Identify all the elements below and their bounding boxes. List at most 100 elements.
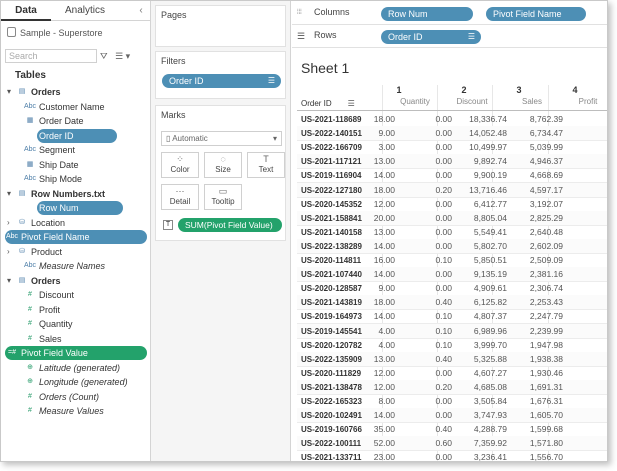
discount-cell[interactable]: 0.00 — [398, 450, 452, 461]
field-ship-date[interactable]: ▦ Ship Date — [1, 158, 151, 172]
quantity-cell[interactable]: 4.00 — [341, 324, 395, 339]
sales-cell[interactable]: 4,909.61 — [453, 281, 507, 296]
quantity-cell[interactable]: 8.00 — [341, 394, 395, 409]
color-button[interactable]: ⁘ Color — [161, 152, 199, 178]
discount-cell[interactable]: 0.40 — [398, 295, 452, 310]
sales-cell[interactable]: 6,989.96 — [453, 324, 507, 339]
expand-down-icon[interactable]: ▾ — [7, 274, 15, 288]
size-button[interactable]: ◌ Size — [204, 152, 242, 178]
search-input[interactable]: Search — [5, 49, 97, 63]
table-row[interactable]: US-2021-117121 13.00 0.00 9,892.74 4,946.37 — [297, 154, 607, 170]
discount-cell[interactable]: 0.20 — [398, 380, 452, 395]
table-row-numbers-txt[interactable]: ▾ ▤ Row Numbers.txt — [1, 187, 151, 201]
sales-cell[interactable]: 4,685.08 — [453, 380, 507, 395]
discount-cell[interactable]: 0.00 — [398, 394, 452, 409]
discount-cell[interactable]: 0.10 — [398, 338, 452, 353]
profit-cell[interactable]: 1,938.38 — [509, 352, 563, 367]
filter-icon[interactable]: ⛛ — [100, 51, 108, 61]
field-order-date[interactable]: ▦ Order Date — [1, 114, 151, 128]
field-measure-values[interactable]: # Measure Values — [1, 404, 151, 418]
discount-cell[interactable]: 0.00 — [398, 197, 452, 212]
discount-cell[interactable]: 0.00 — [398, 366, 452, 381]
table-row[interactable]: US-2022-138289 14.00 0.00 5,802.70 2,602.09 — [297, 238, 607, 254]
sales-cell[interactable]: 18,336.74 — [453, 112, 507, 127]
sales-cell[interactable]: 14,052.48 — [453, 126, 507, 141]
quantity-cell[interactable]: 9.00 — [341, 126, 395, 141]
field-longitude-generated[interactable]: ⊕ Longitude (generated) — [1, 375, 151, 389]
quantity-cell[interactable]: 9.00 — [341, 281, 395, 296]
profit-cell[interactable]: 2,602.09 — [509, 239, 563, 254]
table-row[interactable]: US-2021-118689 18.00 0.00 18,336.74 8,762.39 — [297, 112, 607, 127]
sales-cell[interactable]: 3,999.70 — [453, 338, 507, 353]
profit-cell[interactable]: 2,381.16 — [509, 267, 563, 282]
quantity-cell[interactable]: 18.00 — [341, 183, 395, 198]
field-segment[interactable]: Abc Segment — [1, 143, 151, 157]
discount-cell[interactable]: 0.10 — [398, 324, 452, 339]
sales-cell[interactable]: 4,607.27 — [453, 366, 507, 381]
discount-cell[interactable]: 0.40 — [398, 352, 452, 367]
profit-cell[interactable]: 4,597.17 — [509, 183, 563, 198]
sales-cell[interactable]: 3,505.84 — [453, 394, 507, 409]
profit-cell[interactable]: 1,676.31 — [509, 394, 563, 409]
table-row[interactable]: US-2019-145541 4.00 0.10 6,989.96 2,239.99 — [297, 323, 607, 339]
expand-right-icon[interactable]: › — [7, 216, 15, 230]
text-pill[interactable]: SUM(Pivot Field Value) — [178, 218, 282, 232]
table-row[interactable]: US-2021-143819 18.00 0.40 6,125.82 2,253.43 — [297, 295, 607, 311]
field-measure-names[interactable]: Abc Measure Names — [1, 259, 151, 273]
profit-cell[interactable]: 1,571.80 — [509, 436, 563, 451]
quantity-cell[interactable]: 13.00 — [341, 154, 395, 169]
profit-cell[interactable]: 2,239.99 — [509, 324, 563, 339]
quantity-cell[interactable]: 14.00 — [341, 239, 395, 254]
columns-shelf[interactable]: ⦙⦙⦙ Columns Row Num Pivot Field Name — [292, 3, 607, 25]
rows-pill-order-id[interactable]: Order ID ☰ — [381, 30, 481, 44]
profit-cell[interactable]: 2,306.74 — [509, 281, 563, 296]
field-latitude-generated[interactable]: ⊕ Latitude (generated) — [1, 361, 151, 375]
table-row[interactable]: US-2022-135909 13.00 0.40 5,325.88 1,938.38 — [297, 351, 607, 367]
discount-cell[interactable]: 0.00 — [398, 168, 452, 183]
table-row[interactable]: US-2020-102491 14.00 0.00 3,747.93 1,605.70 — [297, 408, 607, 424]
field-pivot-field-name[interactable]: Abc Pivot Field Name — [1, 230, 151, 244]
quantity-cell[interactable]: 14.00 — [341, 168, 395, 183]
quantity-cell[interactable]: 18.00 — [341, 295, 395, 310]
sheet-title[interactable]: Sheet 1 — [301, 60, 349, 76]
sales-cell[interactable]: 10,499.97 — [453, 140, 507, 155]
sales-cell[interactable]: 5,325.88 — [453, 352, 507, 367]
quantity-cell[interactable]: 13.00 — [341, 225, 395, 240]
sales-cell[interactable]: 9,892.74 — [453, 154, 507, 169]
tab-analytics[interactable]: Analytics — [53, 1, 117, 21]
expand-down-icon[interactable]: ▾ — [7, 187, 15, 201]
table-row[interactable]: US-2022-127180 18.00 0.20 13,716.46 4,597.17 — [297, 182, 607, 198]
quantity-cell[interactable]: 14.00 — [341, 267, 395, 282]
sales-cell[interactable]: 9,135.19 — [453, 267, 507, 282]
discount-cell[interactable]: 0.00 — [398, 140, 452, 155]
discount-cell[interactable]: 0.60 — [398, 436, 452, 451]
table-row[interactable]: US-2021-138478 12.00 0.20 4,685.08 1,691.31 — [297, 379, 607, 395]
row-header-order-id[interactable]: Order ID ☰ — [301, 99, 355, 108]
sales-cell[interactable]: 5,549.41 — [453, 225, 507, 240]
profit-cell[interactable]: 1,691.31 — [509, 380, 563, 395]
quantity-cell[interactable]: 14.00 — [341, 408, 395, 423]
sales-cell[interactable]: 4,288.79 — [453, 422, 507, 437]
profit-cell[interactable]: 4,668.69 — [509, 168, 563, 183]
field-row-num[interactable]: # Row Num — [1, 201, 151, 215]
quantity-cell[interactable]: 16.00 — [341, 253, 395, 268]
table-row[interactable]: US-2021-133711 23.00 0.00 3,236.41 1,556.70 — [297, 450, 607, 461]
discount-cell[interactable]: 0.10 — [398, 253, 452, 268]
profit-cell[interactable]: 5,039.99 — [509, 140, 563, 155]
table-row[interactable]: US-2020-114811 16.00 0.10 5,850.51 2,509.09 — [297, 253, 607, 268]
table-row[interactable]: US-2022-166709 3.00 0.00 10,499.97 5,039.99 — [297, 140, 607, 156]
table-orders[interactable]: ▾ ▤ Orders — [1, 274, 151, 288]
discount-cell[interactable]: 0.00 — [398, 126, 452, 141]
quantity-cell[interactable]: 18.00 — [341, 112, 395, 127]
sales-cell[interactable]: 5,850.51 — [453, 253, 507, 268]
field-customer-name[interactable]: Abc Customer Name — [1, 100, 151, 114]
quantity-cell[interactable]: 4.00 — [341, 338, 395, 353]
quantity-cell[interactable]: 35.00 — [341, 422, 395, 437]
field-location[interactable]: › ⛁ Location — [1, 216, 151, 230]
tooltip-button[interactable]: ▭ Tooltip — [204, 184, 242, 210]
table-row[interactable]: US-2022-140151 9.00 0.00 14,052.48 6,734.47 — [297, 126, 607, 142]
tab-data[interactable]: Data — [1, 1, 51, 21]
quantity-cell[interactable]: 3.00 — [341, 140, 395, 155]
sales-cell[interactable]: 7,359.92 — [453, 436, 507, 451]
profit-cell[interactable]: 3,192.07 — [509, 197, 563, 212]
